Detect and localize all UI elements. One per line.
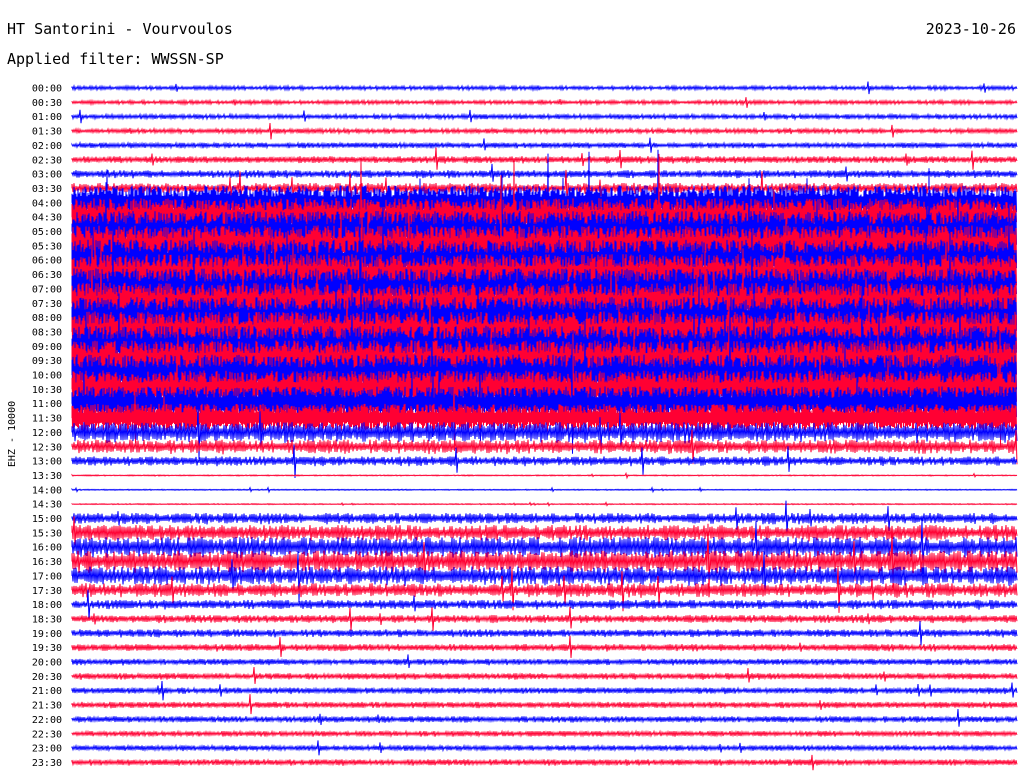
time-tick-label: 09:30 [32, 356, 62, 367]
time-tick-label: 03:30 [32, 184, 62, 195]
time-tick-label: 01:30 [32, 127, 62, 138]
time-tick-label: 12:30 [32, 442, 62, 453]
time-tick-label: 22:00 [32, 715, 62, 726]
trace-line [71, 97, 1018, 108]
trace-line [71, 109, 1018, 124]
trace-line [71, 486, 1018, 494]
trace-line [71, 729, 1018, 738]
time-tick-label: 12:00 [32, 428, 62, 439]
time-tick-label: 14:30 [32, 500, 62, 511]
trace-line [71, 122, 1018, 140]
time-tick-label: 17:30 [32, 586, 62, 597]
time-tick-label: 14:00 [32, 485, 62, 496]
time-tick-label: 11:30 [32, 414, 62, 425]
time-tick-labels: 00:00 00:30 01:00 01:30 02:00 02:30 03:00 03:30… [32, 84, 62, 769]
time-tick-label: 02:30 [32, 155, 62, 166]
time-tick-label: 15:30 [32, 528, 62, 539]
trace-line [71, 754, 1018, 771]
time-tick-label: 23:00 [32, 744, 62, 755]
time-tick-label: 00:00 [32, 84, 62, 95]
time-tick-label: 13:30 [32, 471, 62, 482]
trace-line [71, 81, 1018, 95]
trace-line [71, 147, 1018, 170]
time-tick-label: 10:00 [32, 371, 62, 382]
time-tick-label: 03:00 [32, 170, 62, 181]
time-tick-label: 01:00 [32, 112, 62, 123]
time-tick-label: 07:30 [32, 299, 62, 310]
time-tick-label: 13:00 [32, 457, 62, 468]
time-tick-label: 04:30 [32, 213, 62, 224]
time-tick-label: 07:00 [32, 284, 62, 295]
time-tick-label: 16:30 [32, 557, 62, 568]
time-tick-label: 21:00 [32, 686, 62, 697]
trace-line [71, 163, 1018, 182]
time-tick-label: 09:00 [32, 342, 62, 353]
trace-line [71, 709, 1018, 727]
time-tick-label: 19:30 [32, 643, 62, 654]
trace-line [71, 740, 1018, 756]
time-tick-label: 22:30 [32, 729, 62, 740]
time-tick-label: 23:30 [32, 758, 62, 769]
trace-line [71, 471, 1018, 480]
time-tick-label: 06:00 [32, 256, 62, 267]
time-tick-label: 08:30 [32, 327, 62, 338]
time-tick-label: 18:00 [32, 600, 62, 611]
time-tick-label: 20:30 [32, 672, 62, 683]
trace-line [71, 635, 1018, 658]
time-tick-label: 21:30 [32, 701, 62, 712]
trace-line [71, 501, 1018, 507]
time-tick-label: 02:00 [32, 141, 62, 152]
time-tick-label: 10:30 [32, 385, 62, 396]
time-tick-label: 20:00 [32, 658, 62, 669]
time-tick-label: 05:00 [32, 227, 62, 238]
time-tick-label: 15:00 [32, 514, 62, 525]
time-tick-label: 11:00 [32, 399, 62, 410]
time-tick-label: 05:30 [32, 241, 62, 252]
trace-group [71, 81, 1018, 771]
trace-line [71, 137, 1018, 153]
trace-line [71, 654, 1018, 669]
time-tick-label: 16:00 [32, 543, 62, 554]
time-tick-label: 19:00 [32, 629, 62, 640]
time-tick-label: 00:30 [32, 98, 62, 109]
time-tick-label: 06:30 [32, 270, 62, 281]
time-tick-label: 04:00 [32, 198, 62, 209]
time-tick-label: 08:00 [32, 313, 62, 324]
helicorder-plot: 00:00 00:30 01:00 01:30 02:00 02:30 03:00 03:30… [32, 81, 1018, 771]
time-tick-label: 17:00 [32, 571, 62, 582]
time-tick-label: 18:30 [32, 614, 62, 625]
trace-line [71, 680, 1018, 701]
trace-line [71, 666, 1018, 684]
trace-line [71, 694, 1018, 715]
trace-line [71, 620, 1018, 646]
trace-line [71, 606, 1018, 631]
